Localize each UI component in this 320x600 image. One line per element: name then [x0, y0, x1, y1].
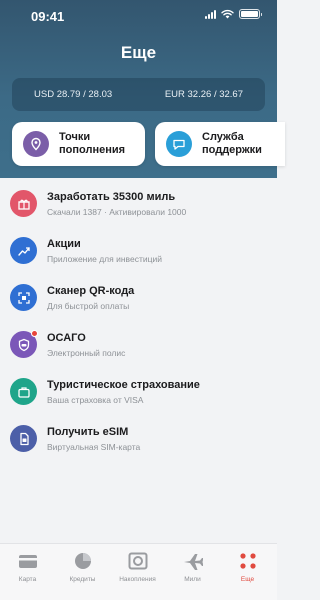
- tab-miles[interactable]: Мили: [165, 550, 220, 590]
- menu-item-title: Туристическое страхование: [47, 379, 200, 391]
- menu-item-subtitle: Приложение для инвестиций: [47, 254, 162, 264]
- tab-label: Карта: [18, 576, 37, 583]
- tab-label: Накопления: [119, 576, 156, 583]
- menu-item-subtitle: Скачали 1387 · Активировали 1000: [47, 207, 187, 217]
- tab-bar: Карта Кредиты Накопления Мили Еще: [0, 543, 277, 600]
- menu-item-title: Акции: [47, 238, 81, 250]
- menu-item-title: Сканер QR-кода: [47, 285, 135, 297]
- menu-item-travel-insurance[interactable]: Туристическое страхование Ваша страховка…: [0, 372, 277, 416]
- exchange-rates[interactable]: USD 28.79 / 28.03 EUR 32.26 / 32.67: [12, 78, 265, 111]
- map-pin-icon: [23, 131, 49, 157]
- more-dots-icon: [237, 550, 259, 572]
- menu-item-subtitle: Электронный полис: [47, 348, 126, 358]
- rate-usd: USD 28.79 / 28.03: [34, 89, 113, 100]
- rate-eur: EUR 32.26 / 32.67: [164, 89, 243, 100]
- menu-item-qr-scanner[interactable]: Сканер QR-кода Для быстрой оплаты: [0, 278, 277, 322]
- menu-item-title: ОСАГО: [47, 332, 86, 344]
- tab-label: Кредиты: [69, 576, 96, 583]
- pie-chart-icon: [72, 550, 94, 572]
- menu-item-stocks[interactable]: Акции Приложение для инвестиций: [0, 231, 277, 275]
- signal-icon: [205, 9, 216, 19]
- tab-label: Еще: [240, 576, 255, 583]
- status-icons: [205, 9, 262, 19]
- suitcase-icon: [10, 378, 37, 405]
- battery-icon: [239, 9, 262, 19]
- wifi-icon: [221, 9, 234, 19]
- chat-bubble-icon: [166, 131, 192, 157]
- topup-points-card[interactable]: Точки пополнения: [12, 122, 145, 166]
- menu-item-subtitle: Виртуальная SIM-карта: [47, 442, 141, 452]
- chart-icon: [10, 237, 37, 264]
- sim-card-icon: [10, 425, 37, 452]
- support-label: Служба поддержки: [202, 131, 262, 156]
- menu-item-esim[interactable]: Получить eSIM Виртуальная SIM-карта: [0, 419, 277, 463]
- menu-item-earn-miles[interactable]: Заработать 35300 миль Скачали 1387 · Акт…: [0, 184, 277, 228]
- status-bar: 09:41: [0, 0, 277, 28]
- tab-credits[interactable]: Кредиты: [55, 550, 110, 590]
- menu-item-title: Получить eSIM: [47, 426, 129, 438]
- tab-label: Мили: [184, 576, 201, 583]
- support-card[interactable]: Служба поддержки: [155, 122, 285, 166]
- tab-card[interactable]: Карта: [0, 550, 55, 590]
- card-icon: [17, 550, 39, 572]
- savings-icon: [127, 550, 149, 572]
- tab-more[interactable]: Еще: [220, 550, 275, 590]
- gift-icon: [10, 190, 37, 217]
- notification-dot: [31, 330, 38, 337]
- topup-points-label: Точки пополнения: [59, 131, 126, 156]
- menu-item-subtitle: Ваша страховка от VISA: [47, 395, 144, 405]
- menu-item-osago[interactable]: ОСАГО Электронный полис: [0, 325, 277, 369]
- plane-icon: [182, 550, 204, 572]
- page-title: Еще: [120, 43, 157, 62]
- status-time: 09:41: [31, 9, 65, 24]
- menu-item-subtitle: Для быстрой оплаты: [47, 301, 130, 311]
- tab-savings[interactable]: Накопления: [110, 550, 165, 590]
- qr-scan-icon: [10, 284, 37, 311]
- menu-item-title: Заработать 35300 миль: [47, 191, 176, 203]
